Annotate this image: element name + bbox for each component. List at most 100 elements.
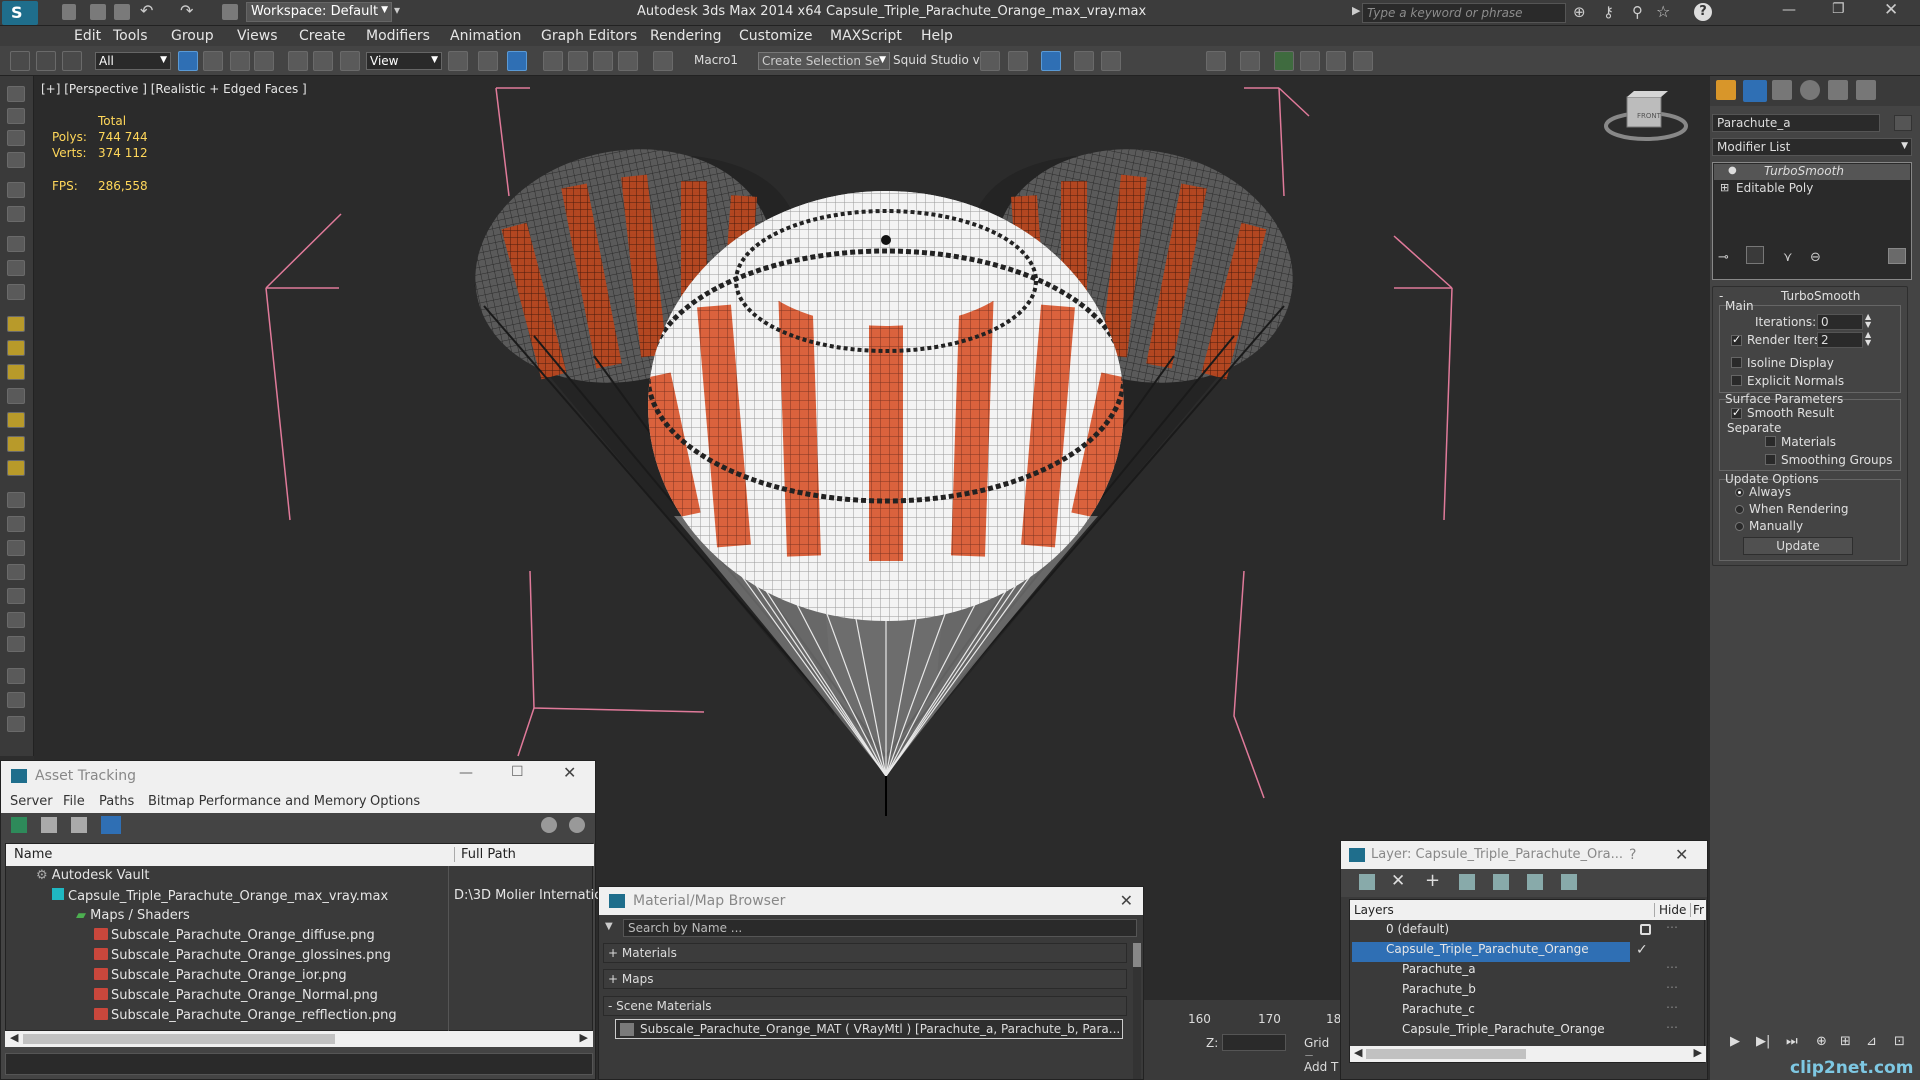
- help-button[interactable]: ?: [1629, 847, 1636, 863]
- create-tab-icon[interactable]: [1716, 80, 1736, 100]
- browser-options-icon[interactable]: ▼: [605, 921, 613, 932]
- tool-icon-16[interactable]: [7, 460, 25, 476]
- layer-row-capsule-object[interactable]: Capsule_Triple_Parachute_Orange ⋯: [1350, 1020, 1704, 1042]
- menu-create[interactable]: Create: [299, 28, 346, 44]
- hide-toggle[interactable]: ⋯: [1666, 1020, 1678, 1034]
- highlight-layer-icon[interactable]: [1493, 874, 1509, 890]
- list-view-icon[interactable]: [41, 817, 57, 833]
- material-search-input[interactable]: Search by Name ...: [623, 919, 1137, 937]
- hierarchy-tab-icon[interactable]: [1772, 80, 1792, 100]
- keyboard-shortcut-toggle-icon[interactable]: [507, 51, 527, 71]
- hide-toggle[interactable]: ⋯: [1666, 980, 1678, 994]
- menu-tools[interactable]: Tools: [113, 28, 148, 44]
- table-row[interactable]: Subscale_Parachute_Orange_diffuse.png: [6, 928, 592, 948]
- show-end-result-icon[interactable]: [1746, 246, 1764, 264]
- maximize-viewport-icon[interactable]: ⊡: [1894, 1034, 1905, 1049]
- scroll-right-icon[interactable]: ▶: [1694, 1046, 1702, 1059]
- scale-icon[interactable]: [340, 51, 360, 71]
- scene-material-item[interactable]: Subscale_Parachute_Orange_MAT ( VRayMtl …: [615, 1019, 1123, 1039]
- search-arrow-icon[interactable]: ▶: [1352, 4, 1360, 17]
- make-unique-icon[interactable]: ⋎: [1783, 250, 1793, 265]
- rectangular-selection-icon[interactable]: [230, 51, 250, 71]
- render-production-icon[interactable]: [1326, 51, 1346, 71]
- squid-studio-label[interactable]: Squid Studio v: [893, 53, 980, 67]
- hide-toggle[interactable]: ⋯: [1666, 1000, 1678, 1014]
- tool-icon-24[interactable]: [7, 668, 25, 684]
- menu-rendering[interactable]: Rendering: [650, 28, 722, 44]
- restore-button[interactable]: ❐: [1832, 1, 1845, 17]
- spinner-arrows-icon[interactable]: ▲ ▼: [1865, 313, 1871, 329]
- layer-explorer-titlebar[interactable]: Layer: Capsule_Triple_Parachute_Ora... ?…: [1341, 841, 1707, 869]
- display-tab-icon[interactable]: [1828, 80, 1848, 100]
- tool-icon-11[interactable]: [7, 340, 25, 356]
- modifier-list-dropdown[interactable]: Modifier List ▼: [1712, 138, 1912, 156]
- object-color-swatch[interactable]: [1894, 115, 1912, 131]
- scroll-thumb[interactable]: [1366, 1049, 1526, 1059]
- col-hide[interactable]: Hide: [1654, 903, 1686, 917]
- minimize-button[interactable]: —: [1782, 2, 1796, 18]
- tool-icon-21[interactable]: [7, 588, 25, 604]
- help-icon[interactable]: [541, 817, 557, 833]
- tool-icon-18[interactable]: [7, 516, 25, 532]
- minimize-button[interactable]: —: [459, 765, 473, 781]
- add-time-tag-label[interactable]: Add T: [1304, 1060, 1338, 1074]
- render-iters-spinner[interactable]: 2: [1817, 332, 1863, 348]
- project-folder-icon[interactable]: [222, 4, 238, 20]
- close-button[interactable]: ✕: [1884, 0, 1898, 20]
- move-icon[interactable]: [288, 51, 308, 71]
- schematic-view-icon[interactable]: [1206, 51, 1226, 71]
- modify-tab-icon[interactable]: [1743, 80, 1767, 102]
- zoom-extents-icon[interactable]: ⊞: [1840, 1034, 1851, 1049]
- open-file-icon[interactable]: [90, 4, 106, 20]
- maximize-button[interactable]: ☐: [511, 764, 524, 780]
- mirror-icon[interactable]: [980, 51, 1000, 71]
- tool-icon-8[interactable]: [7, 260, 25, 276]
- delete-layer-icon[interactable]: ✕: [1391, 871, 1405, 891]
- close-button[interactable]: ✕: [1675, 845, 1688, 864]
- menu-edit[interactable]: Edit: [74, 28, 101, 44]
- rotate-icon[interactable]: [313, 51, 333, 71]
- select-layer-objects-icon[interactable]: [1459, 874, 1475, 890]
- account-icon[interactable]: ⚲: [1632, 3, 1643, 21]
- snaps-toggle-icon[interactable]: [543, 51, 563, 71]
- link-icon[interactable]: [10, 51, 30, 71]
- object-name-field[interactable]: Parachute_a: [1712, 114, 1880, 132]
- menu-bitmap-performance[interactable]: Bitmap Performance and Memory: [148, 794, 367, 809]
- detail-view-icon[interactable]: [71, 817, 87, 833]
- table-row[interactable]: Capsule_Triple_Parachute_Orange_max_vray…: [6, 888, 602, 908]
- lightbulb-icon[interactable]: ●: [1728, 165, 1737, 176]
- layer-row-default[interactable]: 0 (default) ⋯: [1350, 920, 1704, 942]
- select-by-name-icon[interactable]: [203, 51, 223, 71]
- tool-icon-1[interactable]: [7, 86, 25, 102]
- hide-all-icon[interactable]: [1527, 874, 1543, 890]
- table-row[interactable]: Subscale_Parachute_Orange_refflection.pn…: [6, 1008, 592, 1028]
- tool-icon-12[interactable]: [7, 364, 25, 380]
- asset-tracking-titlebar[interactable]: Asset Tracking — ☐ ✕: [1, 761, 595, 791]
- menu-modifiers[interactable]: Modifiers: [366, 28, 430, 44]
- render-iters-checkbox[interactable]: [1731, 333, 1742, 346]
- tool-icon-7[interactable]: [7, 236, 25, 252]
- menu-paths[interactable]: Paths: [99, 794, 134, 809]
- menu-group[interactable]: Group: [171, 28, 214, 44]
- render-setup-icon[interactable]: [1274, 51, 1294, 71]
- freeze-all-icon[interactable]: [1561, 874, 1577, 890]
- tool-icon-26[interactable]: [7, 716, 25, 732]
- unlink-icon[interactable]: [36, 51, 56, 71]
- menu-views[interactable]: Views: [237, 28, 278, 44]
- rendered-frame-icon[interactable]: [1300, 51, 1320, 71]
- reference-coordinate-dropdown[interactable]: View ▼: [366, 52, 442, 70]
- update-button[interactable]: Update: [1743, 537, 1853, 555]
- star-icon[interactable]: ☆: [1656, 2, 1670, 21]
- tool-icon-23[interactable]: [7, 636, 25, 652]
- new-file-icon[interactable]: [62, 4, 76, 20]
- material-browser-titlebar[interactable]: Material/Map Browser ✕: [599, 887, 1143, 915]
- menu-customize[interactable]: Customize: [739, 28, 813, 44]
- tool-icon-20[interactable]: [7, 564, 25, 580]
- maps-group[interactable]: + Maps: [603, 969, 1127, 989]
- col-name[interactable]: Name: [14, 847, 52, 862]
- motion-tab-icon[interactable]: [1800, 80, 1820, 100]
- hide-toggle[interactable]: ⋯: [1666, 920, 1678, 934]
- close-button[interactable]: ✕: [563, 763, 576, 782]
- tool-icon-6[interactable]: [7, 206, 25, 222]
- scroll-left-icon[interactable]: ◀: [10, 1031, 18, 1044]
